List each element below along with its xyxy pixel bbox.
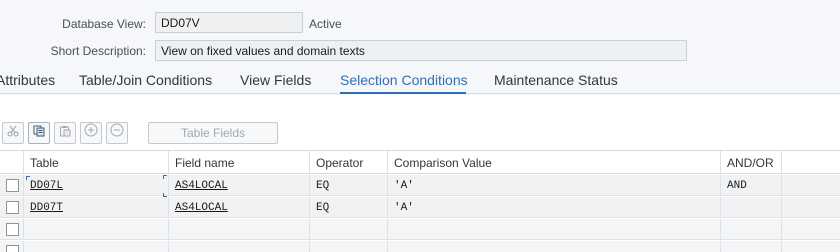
short-description-label: Short Description:	[50, 44, 146, 58]
cell-focus-marker	[163, 193, 167, 197]
row-checkbox[interactable]	[6, 223, 19, 236]
row-selector-header[interactable]	[0, 151, 24, 173]
column-header-comparison-value[interactable]: Comparison Value	[388, 151, 721, 173]
column-header-filler	[782, 151, 840, 173]
column-header-table[interactable]: Table	[24, 151, 169, 173]
row-checkbox[interactable]	[6, 201, 19, 214]
table-fields-button[interactable]: Table Fields	[148, 122, 278, 144]
empty-cell[interactable]	[169, 219, 310, 239]
cell-comparison-value[interactable]: 'A'	[388, 197, 721, 217]
cell-operator[interactable]: EQ	[310, 175, 388, 195]
cell-operator[interactable]: EQ	[310, 197, 388, 217]
tab-table-join-conditions[interactable]: Table/Join Conditions	[79, 72, 212, 88]
empty-row[interactable]	[0, 219, 840, 240]
cell-table[interactable]: DD07L	[24, 175, 169, 195]
cell-table[interactable]: DD07T	[24, 197, 169, 217]
cell-and-or[interactable]: AND	[721, 175, 782, 195]
row-checkbox[interactable]	[6, 245, 19, 252]
copy-icon[interactable]	[28, 122, 50, 144]
empty-cell[interactable]	[24, 241, 169, 252]
column-header-operator[interactable]: Operator	[310, 151, 388, 173]
grid-header-row: Table Field name Operator Comparison Val…	[0, 150, 840, 174]
remove-row-icon[interactable]	[106, 122, 128, 144]
database-view-field[interactable]: DD07V	[155, 12, 303, 33]
empty-cell[interactable]	[169, 241, 310, 252]
row-selector[interactable]	[0, 241, 24, 252]
table-row[interactable]: DD07L AS4LOCAL EQ 'A' AND	[0, 175, 840, 196]
tab-attributes[interactable]: Attributes	[0, 72, 55, 88]
empty-cell[interactable]	[388, 241, 721, 252]
tab-selection-conditions[interactable]: Selection Conditions	[340, 72, 468, 88]
header-area: Database View: DD07V Active Short Descri…	[0, 0, 840, 68]
cell-focus-marker	[163, 175, 167, 179]
cell-focus-marker	[26, 176, 30, 180]
row-selector[interactable]	[0, 175, 24, 195]
column-header-field-name[interactable]: Field name	[169, 151, 310, 173]
empty-cell[interactable]	[721, 219, 782, 239]
cell-and-or[interactable]	[721, 197, 782, 217]
grid-toolbar: Table Fields	[0, 122, 840, 148]
short-description-field[interactable]: View on fixed values and domain texts	[155, 40, 687, 61]
cell-field-name[interactable]: AS4LOCAL	[169, 175, 310, 195]
row-selector[interactable]	[0, 197, 24, 217]
cell-comparison-value[interactable]: 'A'	[388, 175, 721, 195]
cell-field-name[interactable]: AS4LOCAL	[169, 197, 310, 217]
paste-icon[interactable]	[54, 122, 76, 144]
tab-bar: Attributes Table/Join Conditions View Fi…	[0, 68, 840, 94]
database-view-label: Database View:	[62, 17, 146, 31]
tab-maintenance-status[interactable]: Maintenance Status	[494, 72, 618, 88]
active-tab-indicator	[340, 92, 466, 94]
empty-cell[interactable]	[721, 241, 782, 252]
empty-row[interactable]	[0, 241, 840, 252]
table-row[interactable]: DD07T AS4LOCAL EQ 'A'	[0, 197, 840, 218]
column-header-and-or[interactable]: AND/OR	[721, 151, 782, 173]
tab-view-fields[interactable]: View Fields	[240, 72, 311, 88]
empty-cell[interactable]	[388, 219, 721, 239]
cut-icon[interactable]	[2, 122, 24, 144]
add-row-icon[interactable]	[80, 122, 102, 144]
row-selector[interactable]	[0, 219, 24, 239]
empty-cell[interactable]	[310, 241, 388, 252]
status-text: Active	[309, 17, 342, 31]
empty-cell[interactable]	[24, 219, 169, 239]
empty-cell[interactable]	[310, 219, 388, 239]
row-checkbox[interactable]	[6, 179, 19, 192]
